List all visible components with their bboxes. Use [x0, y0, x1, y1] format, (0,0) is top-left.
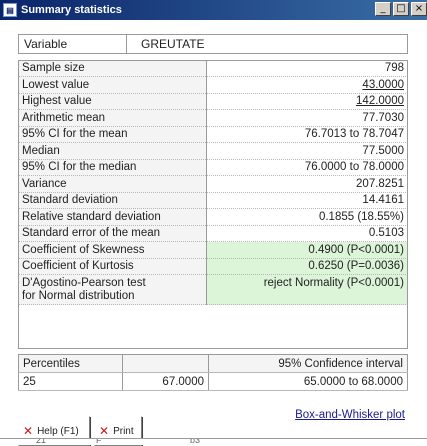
- window-controls: _ □ ×: [375, 2, 427, 16]
- table-row: Coefficient of Kurtosis 0.6250 (P=0.0036…: [18, 258, 408, 275]
- variable-row: Variable GREUTATE: [18, 34, 408, 54]
- stat-label: Standard error of the mean: [18, 225, 207, 242]
- stat-value: 77.7030: [206, 109, 408, 127]
- table-row: Coefficient of Skewness 0.4900 (P<0.0001…: [18, 241, 408, 259]
- stat-label: Lowest value: [18, 76, 207, 94]
- stat-label: Relative standard deviation: [18, 208, 207, 226]
- confidence-interval-header: 95% Confidence interval: [208, 354, 408, 373]
- maximize-button[interactable]: □: [393, 2, 409, 16]
- percentile-result: 67.0000: [122, 372, 209, 391]
- table-header-row: Percentiles 95% Confidence interval: [18, 354, 408, 373]
- stat-label: Highest value: [18, 93, 207, 110]
- table-row: 95% CI for the mean 76.7013 to 78.7047: [18, 126, 408, 143]
- highest-value-link[interactable]: 142.0000: [356, 95, 404, 107]
- title-bar[interactable]: ▤ Summary statistics _ □ ×: [0, 0, 427, 20]
- lowest-value-link[interactable]: 43.0000: [362, 79, 404, 91]
- stat-value: 76.7013 to 78.7047: [206, 126, 408, 143]
- table-row: Lowest value 43.0000: [18, 76, 408, 94]
- stat-value: 14.4161: [206, 192, 408, 209]
- percentile-value: 25: [18, 372, 123, 391]
- close-icon: ✕: [99, 424, 110, 438]
- background-spreadsheet-strip: 21 F b3: [0, 438, 427, 445]
- stat-value: 77.5000: [206, 142, 408, 160]
- variable-value: GREUTATE: [141, 37, 205, 51]
- stat-label: Standard deviation: [18, 192, 207, 209]
- stat-value: reject Normality (P<0.0001): [205, 274, 408, 305]
- stat-value: 76.0000 to 78.0000: [206, 159, 408, 176]
- table-row: Standard deviation 14.4161: [18, 192, 408, 209]
- background-cell-text: b3: [190, 438, 201, 445]
- table-row: 25 67.0000 65.0000 to 68.0000: [18, 372, 408, 391]
- table-row: Relative standard deviation 0.1855 (18.5…: [18, 208, 408, 226]
- table-row: D'Agostino-Pearson test for Normal distr…: [18, 274, 408, 305]
- background-cell-text: 21: [36, 438, 47, 445]
- stat-label: Median: [18, 142, 207, 160]
- stat-label-line: D'Agostino-Pearson test: [22, 276, 146, 289]
- stat-value: 0.1855 (18.55%): [206, 208, 408, 226]
- stat-label: D'Agostino-Pearson test for Normal distr…: [18, 274, 207, 305]
- stat-label: Arithmetic mean: [18, 109, 207, 127]
- box-and-whisker-plot-link[interactable]: Box-and-Whisker plot: [295, 409, 405, 421]
- window-title: Summary statistics: [21, 4, 122, 16]
- percentile-ci: 65.0000 to 68.0000: [208, 372, 408, 391]
- stat-value: 0.4900 (P<0.0001): [205, 241, 408, 259]
- table-row: Variance 207.8251: [18, 175, 408, 193]
- percentiles-header: Percentiles: [18, 354, 123, 373]
- table-row: Median 77.5000: [18, 142, 408, 160]
- help-button-label: Help (F1): [37, 425, 79, 437]
- stat-label: Variance: [18, 175, 207, 193]
- background-cell-text: F: [96, 438, 102, 445]
- stat-value: 0.5103: [206, 225, 408, 242]
- table-row: Standard error of the mean 0.5103: [18, 225, 408, 242]
- summary-statistics-panel: Variable GREUTATE Sample size 798 Lowest…: [0, 20, 427, 446]
- print-button-label: Print: [113, 425, 134, 437]
- close-button[interactable]: ×: [411, 2, 427, 16]
- stat-label: 95% CI for the mean: [18, 126, 207, 143]
- stat-label-line: for Normal distribution: [22, 289, 135, 302]
- stat-label: 95% CI for the median: [18, 159, 207, 176]
- stat-label: Coefficient of Kurtosis: [18, 258, 207, 275]
- app-icon: ▤: [3, 3, 17, 17]
- table-row: Arithmetic mean 77.7030: [18, 109, 408, 127]
- table-row: 95% CI for the median 76.0000 to 78.0000: [18, 159, 408, 176]
- statistics-table: Sample size 798 Lowest value 43.0000 Hig…: [18, 60, 408, 305]
- table-row: Sample size 798: [18, 60, 408, 77]
- stat-label: Coefficient of Skewness: [18, 241, 207, 259]
- minimize-button[interactable]: _: [375, 2, 391, 16]
- stat-value: 798: [206, 60, 408, 77]
- variable-label: Variable: [19, 35, 127, 53]
- stat-value: 207.8251: [206, 175, 408, 193]
- table-row: Highest value 142.0000: [18, 93, 408, 110]
- stat-label: Sample size: [18, 60, 207, 77]
- stat-value: 0.6250 (P=0.0036): [205, 258, 408, 275]
- close-icon: ✕: [23, 424, 34, 438]
- percentiles-table: Percentiles 95% Confidence interval 25 6…: [18, 354, 408, 391]
